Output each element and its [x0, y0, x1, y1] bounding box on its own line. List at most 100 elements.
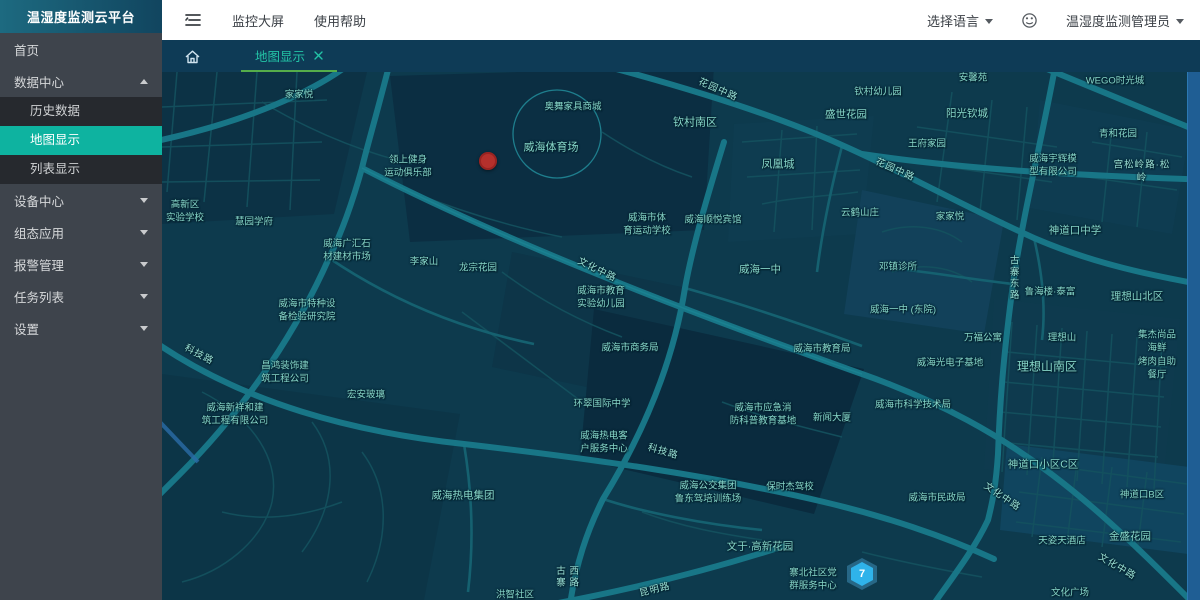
- map-label: 家家悦: [936, 210, 965, 223]
- map-label: 集杰尚品海鲜 烤肉自助餐厅: [1136, 328, 1179, 381]
- collapse-arrow-icon: [140, 79, 148, 84]
- map-label: 万福公寓: [964, 331, 1002, 344]
- map-label: 寨北社区党 群服务中心: [789, 567, 837, 594]
- map-label: 花园中路: [696, 75, 740, 104]
- map-label: 李家山: [410, 255, 439, 268]
- map-label: 威海一中: [739, 263, 781, 278]
- map-label: WEGO时光城: [1086, 74, 1145, 87]
- map-label: 神道口小区C区: [1008, 458, 1079, 473]
- map-label: 威海顺悦宾馆: [684, 213, 741, 226]
- map-label: 神道口中学: [1049, 224, 1102, 239]
- tab-close-icon[interactable]: [314, 51, 323, 60]
- map-label: 龙宗花园: [459, 261, 497, 274]
- map-label: 威海市应急消 防科普教育基地: [730, 402, 797, 429]
- sidebar-item-scada-apps[interactable]: 组态应用: [0, 216, 162, 248]
- map-label: 宫松岭路·松岭: [1113, 159, 1171, 186]
- sidebar-item-label: 任务列表: [14, 287, 64, 306]
- tab-map-display[interactable]: 地图显示: [241, 40, 337, 72]
- map-label: 文化中路: [575, 255, 619, 285]
- sidebar-item-settings[interactable]: 设置: [0, 312, 162, 344]
- expand-arrow-icon: [140, 198, 148, 203]
- language-selector-label: 选择语言: [927, 11, 979, 30]
- map-label: 威海新祥和建 筑工程有限公司: [202, 402, 269, 429]
- map-label: 理想山南区: [1017, 359, 1077, 376]
- map-label: 家家悦: [285, 88, 314, 101]
- theme-palette-icon[interactable]: [1021, 12, 1038, 29]
- expand-arrow-icon: [140, 262, 148, 267]
- map-label: 理想山北区: [1111, 290, 1164, 305]
- map-label: 威海热电集团: [432, 489, 495, 504]
- map-label: 古寨东路: [1006, 255, 1019, 301]
- chevron-down-icon: [1176, 19, 1184, 24]
- home-tab-icon[interactable]: [184, 49, 201, 65]
- map-label: 文化中路: [1095, 551, 1138, 584]
- map-label: 领上健身 运动俱乐部: [384, 154, 432, 181]
- map-label: 昆明路: [638, 580, 672, 600]
- chevron-down-icon: [985, 19, 993, 24]
- map-label: 科技路: [182, 342, 216, 369]
- sidebar-subitem-history-data[interactable]: 历史数据: [0, 97, 162, 126]
- map-label: 奥舞家具商城: [544, 100, 601, 113]
- sidebar-item-label: 数据中心: [14, 72, 64, 91]
- sidebar-item-data-center[interactable]: 数据中心: [0, 65, 162, 97]
- map-label: 威海宇辉模 型有限公司: [1029, 153, 1077, 180]
- map-label: 文于·高新花园: [727, 540, 794, 555]
- map-label: 鲁海楼·泰富: [1025, 285, 1076, 298]
- expand-arrow-icon: [140, 326, 148, 331]
- map-label: 威海热电客 户服务中心: [580, 430, 628, 457]
- map-label: 威海体育场: [524, 140, 579, 155]
- user-menu[interactable]: 温湿度监测管理员: [1066, 11, 1184, 30]
- map-label: 威海市教育局: [793, 342, 850, 355]
- map-label: 云鹤山庄: [841, 206, 879, 219]
- tab-label: 地图显示: [255, 46, 305, 65]
- map-label: 新闻大厦: [813, 411, 851, 424]
- help-menu-item[interactable]: 使用帮助: [314, 11, 366, 30]
- map-canvas[interactable]: 家家悦奥舞家具商城威海体育场钦村南区钦村幼儿园安馨苑WEGO时光城盛世花园阳光钦…: [162, 72, 1200, 600]
- map-label: 文化中路: [981, 480, 1023, 515]
- map-label: 盛世花园: [825, 108, 867, 123]
- map-label: 昌鸿装饰建 筑工程公司: [261, 360, 309, 387]
- map-label: 邓镇诊所: [879, 260, 917, 273]
- sidebar-item-task-list[interactable]: 任务列表: [0, 280, 162, 312]
- map-label: 威海广汇石 材建材市场: [323, 238, 371, 265]
- expand-arrow-icon: [140, 294, 148, 299]
- map-label: 宏安玻璃: [347, 388, 385, 401]
- device-marker[interactable]: [479, 152, 497, 170]
- map-label: 威海一中 (东院): [870, 303, 936, 316]
- tab-bar: 地图显示: [162, 40, 1200, 72]
- sidebar-item-home[interactable]: 首页: [0, 33, 162, 65]
- map-label: 威海光电子基地: [917, 356, 984, 369]
- sidebar-submenu: 历史数据地图显示列表显示: [0, 97, 162, 184]
- language-selector[interactable]: 选择语言: [927, 11, 993, 30]
- top-header: 监控大屏 使用帮助 选择语言 温湿度监测管理员: [162, 0, 1200, 40]
- map-label: 金盛花园: [1109, 530, 1151, 545]
- collapse-sidebar-icon[interactable]: [184, 12, 202, 28]
- map-label: 阳光钦城: [946, 107, 988, 122]
- map-label: 威海市教育 实验幼儿园: [577, 285, 625, 312]
- map-label: 安馨苑: [959, 72, 988, 85]
- header-right: 选择语言 温湿度监测管理员: [927, 11, 1184, 30]
- sidebar-item-label: 设置: [14, 319, 39, 338]
- map-label: 威海市商务局: [601, 341, 658, 354]
- map-label: 环翠国际中学: [573, 397, 630, 410]
- sidebar-subitem-list-display[interactable]: 列表显示: [0, 155, 162, 184]
- map-label: 威海市特种设 备检验研究院: [278, 298, 335, 325]
- map-label: 威海公交集团 鲁东驾培训练场: [675, 480, 742, 507]
- map-label: 神道口B区: [1120, 488, 1164, 501]
- sidebar-item-alarm-management[interactable]: 报警管理: [0, 248, 162, 280]
- map-label: 钦村幼儿园: [854, 85, 902, 98]
- map-label: 威海市科学技术局: [875, 398, 951, 411]
- sidebar-subitem-map-display[interactable]: 地图显示: [0, 126, 162, 155]
- monitor-screen-menu-item[interactable]: 监控大屏: [232, 11, 284, 30]
- map-label: 威海市民政局: [908, 491, 965, 504]
- cluster-marker[interactable]: 7: [847, 558, 877, 590]
- map-label: 科技路: [646, 441, 680, 462]
- map-label: 高新区 实验学校: [166, 199, 204, 226]
- map-label: 慧园学府: [235, 215, 273, 228]
- sidebar-item-label: 首页: [14, 40, 39, 59]
- map-label: 古寨西路: [553, 566, 580, 589]
- user-name: 温湿度监测管理员: [1066, 11, 1170, 30]
- map-label: 威海市体 育运动学校: [623, 212, 671, 239]
- map-label: 青和花园: [1099, 127, 1137, 140]
- sidebar-item-device-center[interactable]: 设备中心: [0, 184, 162, 216]
